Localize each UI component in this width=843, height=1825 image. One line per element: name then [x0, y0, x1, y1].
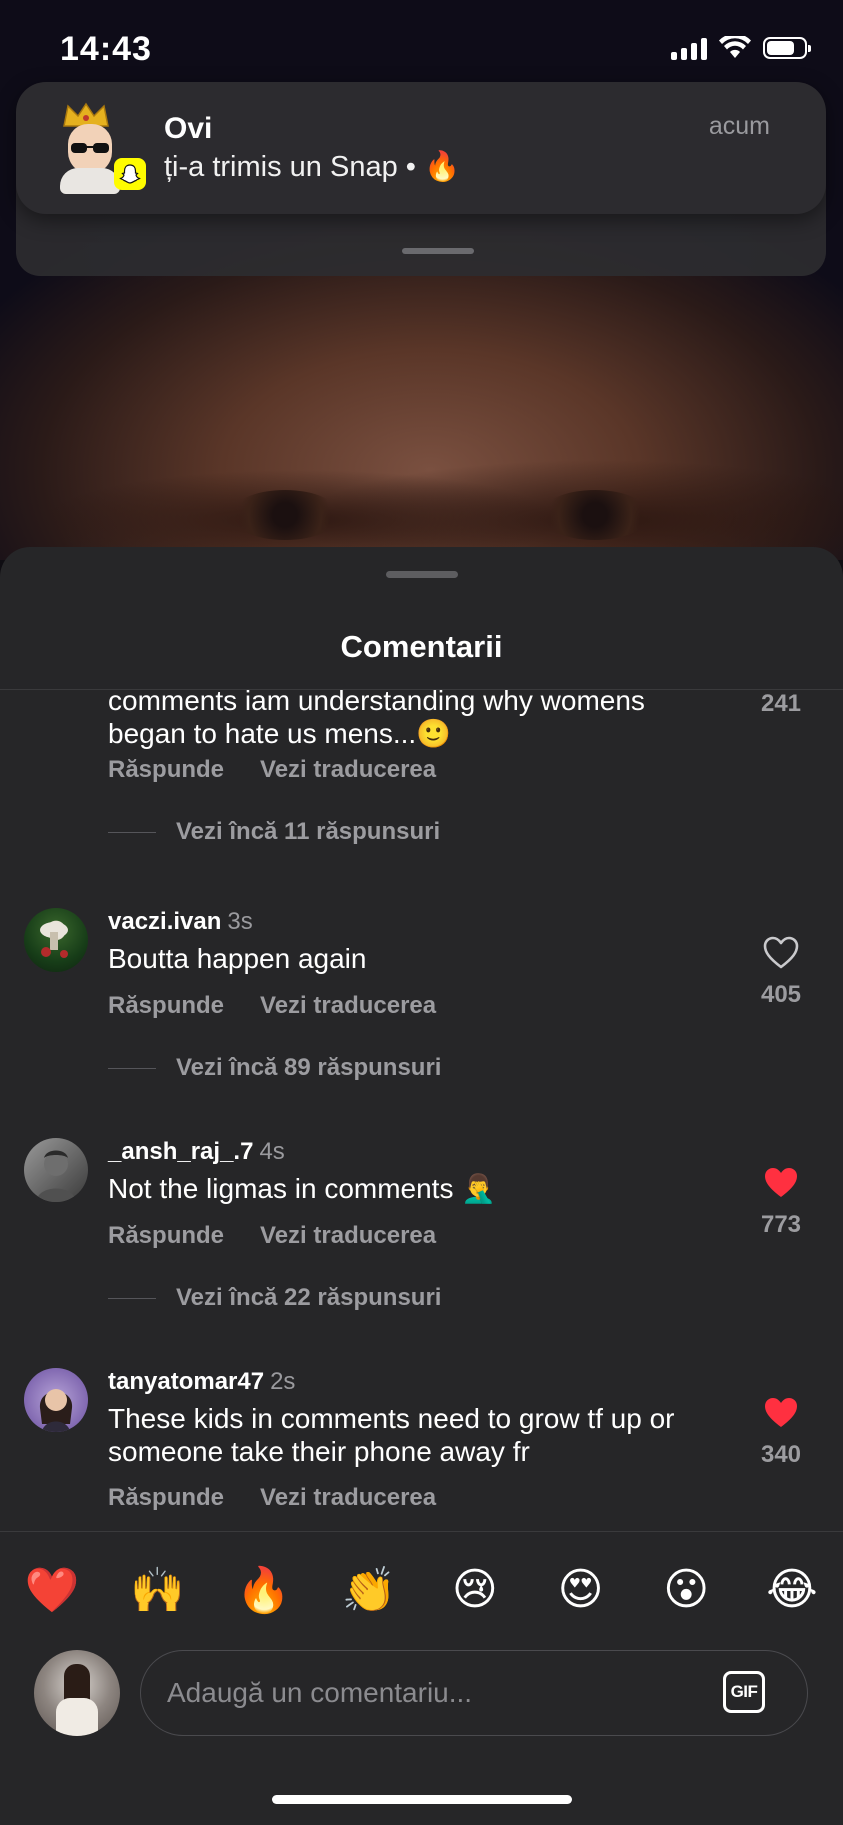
notification-message: ți-a trimis un Snap • 🔥 [164, 150, 460, 184]
fire-emoji: 🔥 [423, 151, 461, 183]
status-icons [671, 36, 811, 60]
see-translation-button[interactable]: Vezi traducerea [260, 756, 436, 784]
like-control[interactable]: 340 [753, 1396, 809, 1469]
comment-text: Boutta happen again [108, 943, 367, 974]
like-count: 241 [760, 690, 802, 717]
reply-button[interactable]: Răspunde [108, 756, 224, 784]
notification-message-text: ți-a trimis un Snap • [164, 151, 416, 183]
reaction-clap[interactable]: 👏 [339, 1564, 399, 1616]
comment-time: 2s [270, 1368, 296, 1395]
wifi-icon [719, 36, 751, 58]
battery-icon [763, 37, 811, 59]
avatar[interactable] [24, 1368, 88, 1432]
bitmoji-avatar [56, 102, 148, 198]
person-avatar-image [36, 1150, 76, 1202]
comment-text: comments iam understanding why womens be… [108, 690, 718, 750]
like-control[interactable]: 241 [753, 690, 809, 718]
heart-filled-icon[interactable] [763, 1166, 799, 1200]
like-count: 340 [760, 1441, 802, 1468]
view-more-replies[interactable]: Vezi încă 22 răspunsuri [108, 1284, 441, 1312]
comment-text-line: These kids in comments need to grow tf u… [108, 1403, 675, 1434]
like-control[interactable]: 773 [753, 1166, 809, 1239]
see-translation-button[interactable]: Vezi traducerea [260, 992, 436, 1020]
bitmoji-body [60, 168, 120, 194]
status-time: 14:43 [60, 30, 152, 68]
reaction-crying[interactable]: 😢 [445, 1564, 505, 1616]
avatar-coat [56, 1698, 98, 1736]
view-more-replies-label: Vezi încă 11 răspunsuri [176, 818, 441, 845]
comment-header: _ansh_raj_.7 4s [108, 1138, 285, 1166]
quick-reactions: ❤️ 🙌 🔥 👏 😢 😍 😮 😂 [22, 1564, 822, 1616]
username[interactable]: tanyatomar47 [108, 1368, 264, 1395]
view-more-replies[interactable]: Vezi încă 89 răspunsuri [108, 1054, 441, 1082]
comment-input-container[interactable]: GIF [140, 1650, 808, 1736]
sheet-title: Comentarii [340, 629, 503, 664]
comment-composer-bar: ❤️ 🙌 🔥 👏 😢 😍 😮 😂 GIF [0, 1531, 843, 1825]
avatar[interactable] [24, 908, 88, 972]
home-indicator[interactable] [272, 1795, 572, 1804]
reaction-fire[interactable]: 🔥 [233, 1564, 293, 1616]
view-more-replies[interactable]: Vezi încă 11 răspunsuri [108, 818, 440, 846]
replies-line [108, 1067, 156, 1069]
reaction-raising-hands[interactable]: 🙌 [128, 1564, 188, 1616]
username[interactable]: _ansh_raj_.7 [108, 1138, 253, 1165]
comment-header: vaczi.ivan 3s [108, 908, 253, 936]
reaction-laughing[interactable]: 😂 [762, 1564, 822, 1616]
username[interactable]: vaczi.ivan [108, 908, 221, 935]
like-count: 773 [760, 1211, 802, 1238]
reaction-heart[interactable]: ❤️ [22, 1564, 82, 1616]
comment-actions: Răspunde Vezi traducerea [108, 992, 436, 1020]
cellular-signal-icon [671, 36, 707, 60]
notification-banner[interactable]: Ovi ți-a trimis un Snap • 🔥 acum [16, 82, 826, 214]
reaction-heart-eyes[interactable]: 😍 [551, 1564, 611, 1616]
view-more-replies-label: Vezi încă 22 răspunsuri [176, 1284, 442, 1311]
girl-avatar-image [39, 1389, 73, 1432]
replies-line [108, 1297, 156, 1299]
notification-sender: Ovi [164, 112, 213, 145]
avatar[interactable] [24, 1138, 88, 1202]
like-control[interactable]: 405 [753, 936, 809, 1009]
see-translation-button[interactable]: Vezi traducerea [260, 1222, 436, 1250]
reply-button[interactable]: Răspunde [108, 992, 224, 1020]
comment-time: 3s [227, 908, 253, 935]
current-user-avatar [34, 1650, 120, 1736]
comment-input[interactable] [165, 1669, 689, 1717]
video-eye-right [540, 490, 650, 540]
comment-actions: Răspunde Vezi traducerea [108, 756, 436, 784]
sheet-drag-handle[interactable] [386, 571, 458, 578]
battery-level [767, 41, 794, 55]
comment-time: 4s [259, 1138, 285, 1165]
gif-button[interactable]: GIF [723, 1671, 765, 1713]
notification-handle[interactable] [402, 248, 474, 254]
reaction-surprised[interactable]: 😮 [656, 1564, 716, 1616]
like-count: 405 [760, 981, 802, 1008]
comments-list[interactable]: comments iam understanding why womens be… [0, 690, 843, 1535]
notification-time: acum [708, 112, 770, 140]
comment-text-line: comments iam understanding why womens [108, 690, 645, 716]
replies-line [108, 831, 156, 833]
comment-text-line: began to hate us mens...🙂 [108, 718, 452, 749]
see-translation-button[interactable]: Vezi traducerea [260, 1484, 436, 1512]
heart-filled-icon[interactable] [763, 1396, 799, 1430]
snapchat-icon [114, 158, 146, 190]
comment-text: Not the ligmas in comments 🤦‍♂️ [108, 1173, 497, 1204]
comment-header: tanyatomar47 2s [108, 1368, 295, 1396]
comment-actions: Răspunde Vezi traducerea [108, 1222, 436, 1250]
mushroom-avatar-image [40, 922, 68, 958]
reply-button[interactable]: Răspunde [108, 1222, 224, 1250]
heart-outline-icon[interactable] [763, 936, 799, 970]
comment-actions: Răspunde Vezi traducerea [108, 1484, 436, 1512]
comment-text-line: someone take their phone away fr [108, 1436, 530, 1467]
view-more-replies-label: Vezi încă 89 răspunsuri [176, 1054, 442, 1081]
reply-button[interactable]: Răspunde [108, 1484, 224, 1512]
sunglasses-icon [71, 143, 109, 153]
video-eye-left [230, 490, 340, 540]
comment-text: These kids in comments need to grow tf u… [108, 1402, 718, 1468]
